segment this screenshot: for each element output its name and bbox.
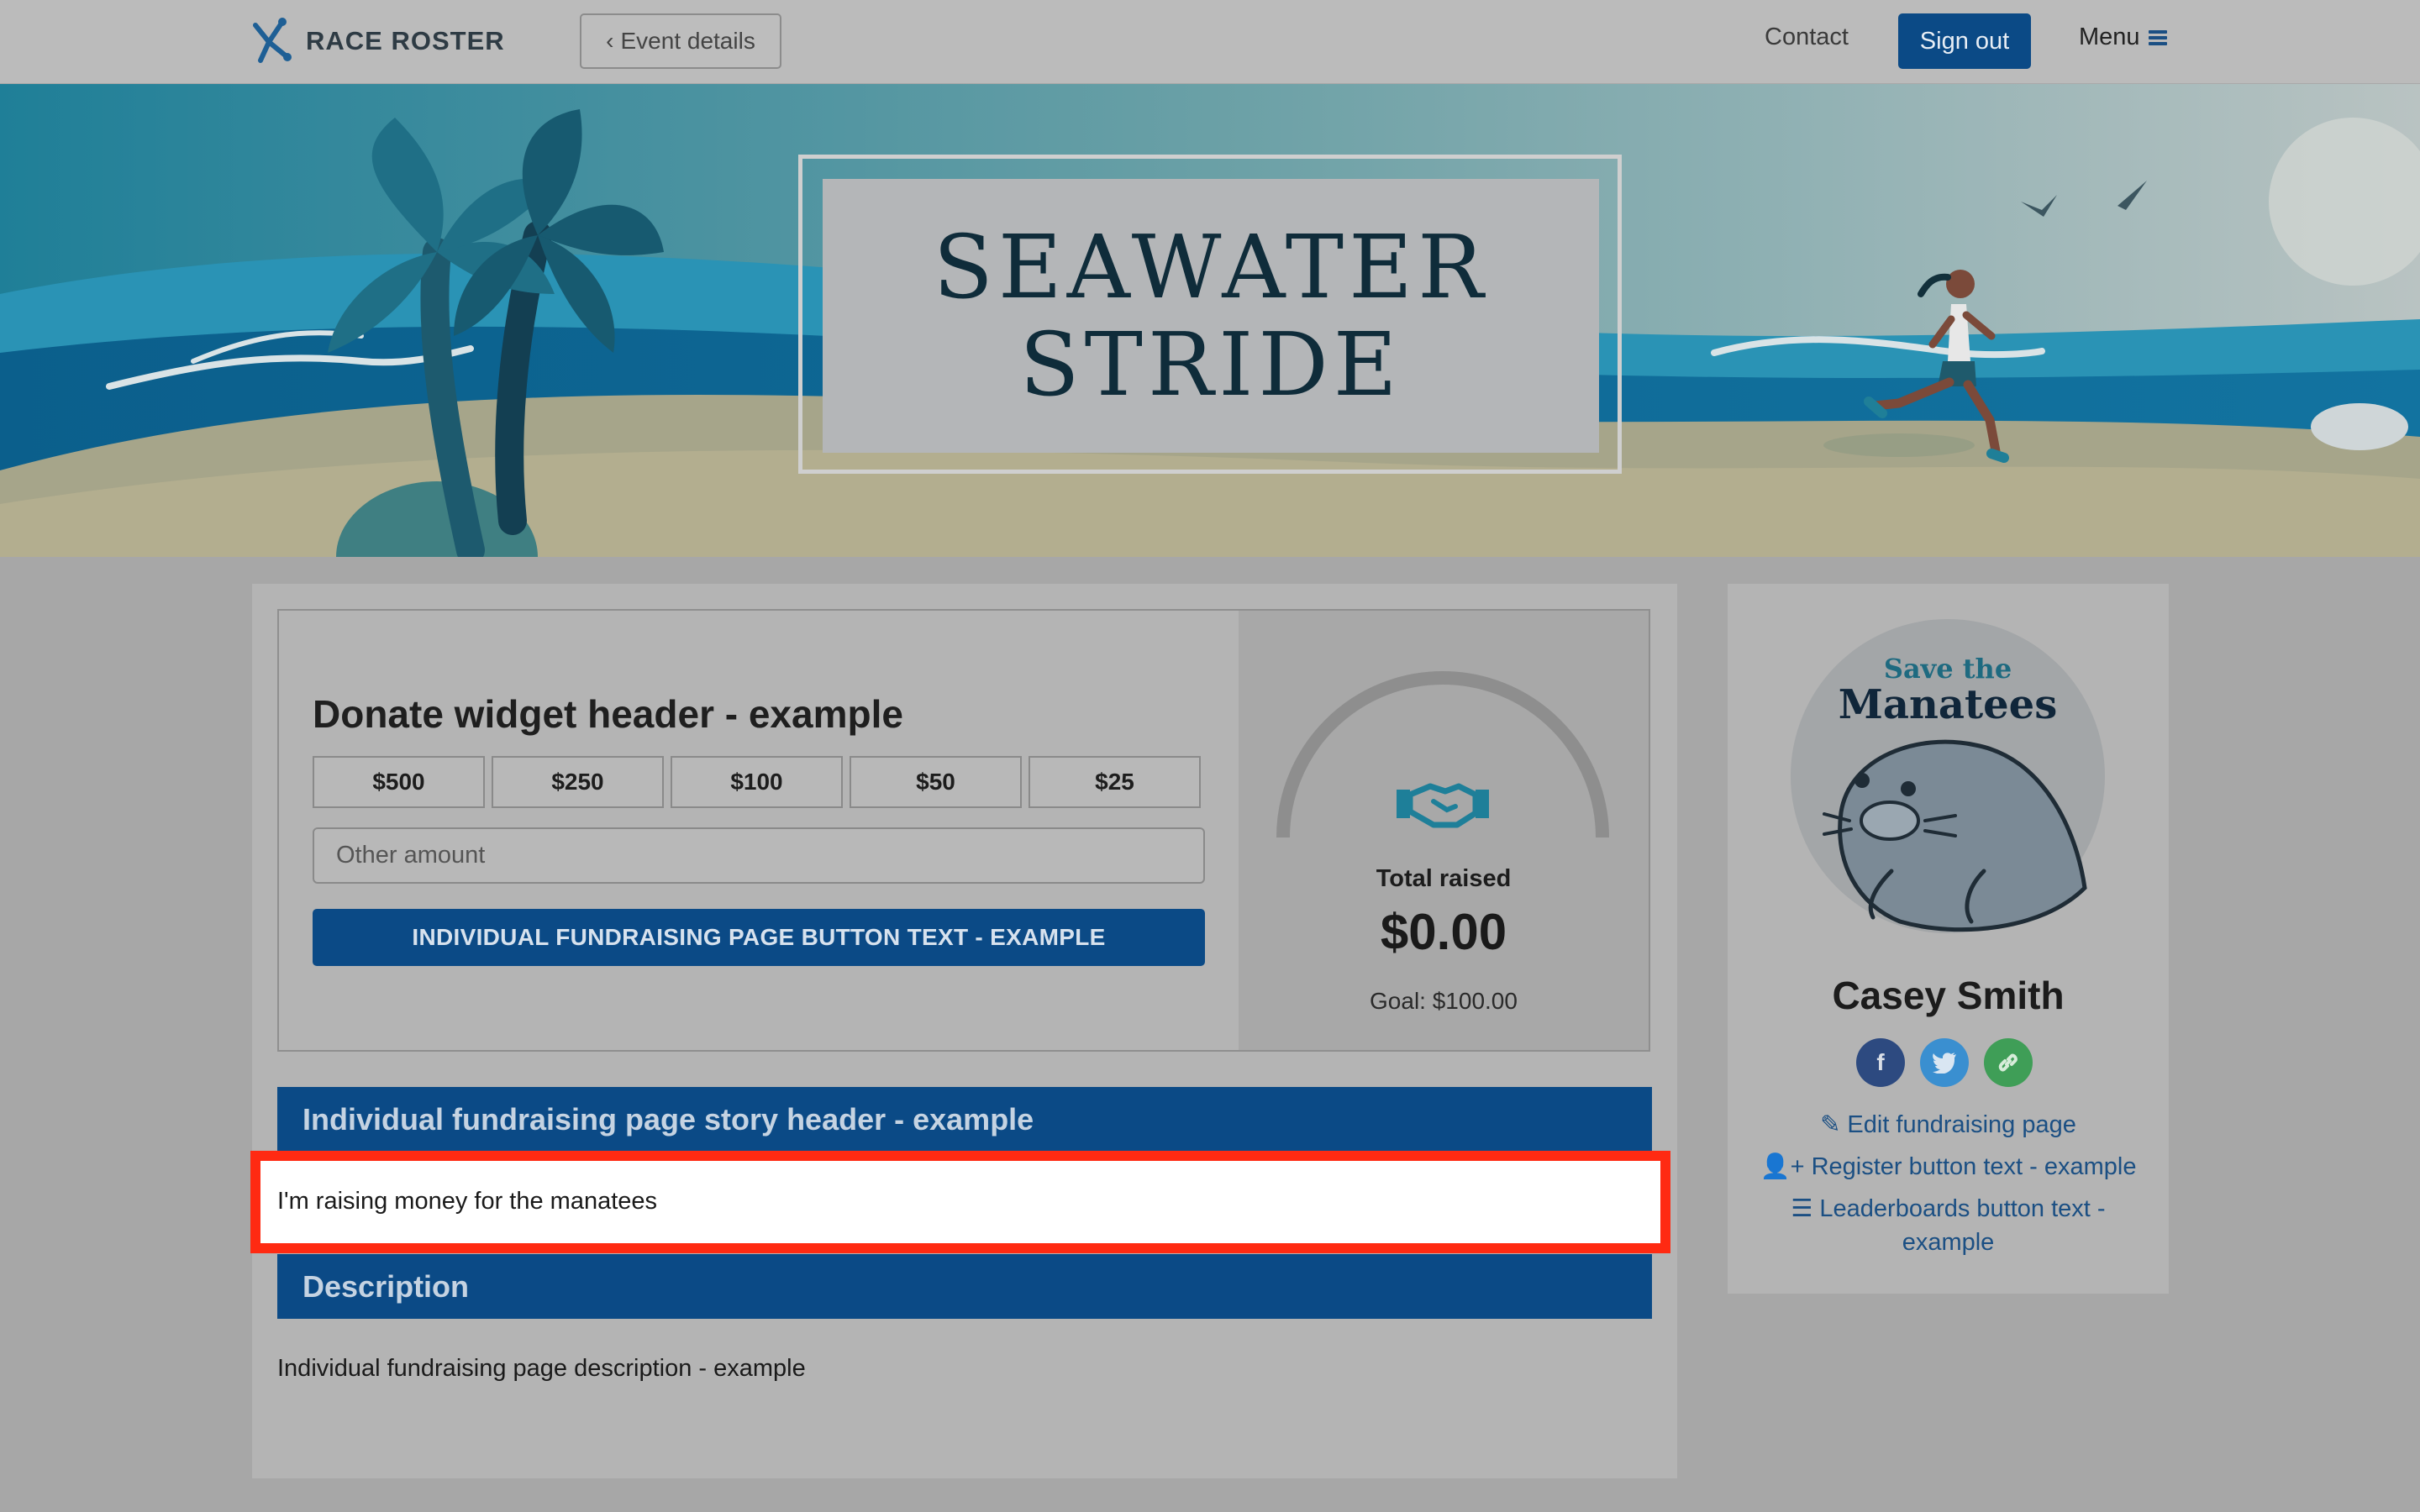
event-title-line-1: SEAWATER xyxy=(933,216,1489,318)
copy-link-button[interactable] xyxy=(1984,1038,2033,1087)
sign-out-button[interactable]: Sign out xyxy=(1898,13,2031,69)
event-title-line-2: STRIDE xyxy=(1019,313,1402,416)
story-text: I'm raising money for the manatees xyxy=(277,1188,658,1215)
amount-100-button[interactable]: $100 xyxy=(671,756,843,808)
donate-submit-button[interactable]: INDIVIDUAL FUNDRAISING PAGE BUTTON TEXT … xyxy=(313,909,1205,966)
leaderboards-link[interactable]: ☰ Leaderboards button text - example xyxy=(1728,1192,2169,1259)
amount-25-button[interactable]: $25 xyxy=(1028,756,1201,808)
logo-text: RACE ROSTER xyxy=(306,26,505,55)
chevron-left-icon: ‹ xyxy=(606,28,614,54)
donate-widget-header: Donate widget header - example xyxy=(313,692,903,736)
goal-amount: Goal: $100.00 xyxy=(1370,988,1518,1014)
hamburger-icon xyxy=(2148,29,2167,45)
menu-label: Menu xyxy=(2079,24,2140,50)
add-user-icon: 👤+ xyxy=(1760,1153,1805,1180)
register-link[interactable]: 👤+ Register button text - example xyxy=(1728,1150,2169,1184)
contact-link[interactable]: Contact xyxy=(1765,24,1849,51)
register-link-label: Register button text - example xyxy=(1811,1153,2137,1180)
story-header: Individual fundraising page story header… xyxy=(277,1087,1652,1152)
share-buttons: f xyxy=(1856,1038,2033,1087)
top-navigation-bar: RACE ROSTER ‹ Event details Contact Sign… xyxy=(0,0,2420,84)
twitter-share-button[interactable] xyxy=(1920,1038,1969,1087)
leaderboards-link-label-line-1: Leaderboards button text - xyxy=(1819,1195,2106,1222)
avatar-text-line-1: Save the xyxy=(1884,653,2012,685)
avatar-text-line-2: Manatees xyxy=(1839,681,2058,728)
twitter-icon xyxy=(1933,1053,1956,1074)
link-icon xyxy=(1998,1053,2018,1072)
description-text: Individual fundraising page description … xyxy=(277,1355,806,1382)
total-raised-value: $0.00 xyxy=(1380,904,1507,960)
total-raised-label: Total raised xyxy=(1376,865,1512,892)
event-details-button[interactable]: ‹ Event details xyxy=(580,13,781,69)
fundraiser-name: Casey Smith xyxy=(1832,974,2065,1017)
menu-button[interactable]: Menu xyxy=(2079,24,2167,51)
pencil-icon: ✎ xyxy=(1820,1111,1841,1138)
amount-50-button[interactable]: $50 xyxy=(850,756,1022,808)
list-icon: ☰ xyxy=(1791,1195,1813,1222)
profile-avatar: Save the Manatees xyxy=(1791,619,2105,933)
facebook-icon: f xyxy=(1876,1049,1885,1075)
description-header: Description xyxy=(277,1254,1652,1319)
edit-fundraising-page-link[interactable]: ✎ Edit fundraising page xyxy=(1728,1108,2169,1142)
edit-fundraising-page-label: Edit fundraising page xyxy=(1847,1111,2076,1138)
race-roster-logo-icon xyxy=(253,18,292,63)
donation-amount-options: $500 $250 $100 $50 $25 xyxy=(313,756,1201,808)
race-roster-logo[interactable]: RACE ROSTER xyxy=(250,17,505,66)
facebook-share-button[interactable]: f xyxy=(1856,1038,1905,1087)
progress-gauge xyxy=(1276,671,1609,838)
event-title: SEAWATER STRIDE xyxy=(823,179,1599,453)
handshake-icon xyxy=(1397,783,1489,828)
other-amount-input[interactable]: Other amount xyxy=(313,827,1205,884)
amount-500-button[interactable]: $500 xyxy=(313,756,485,808)
event-details-label: Event details xyxy=(620,28,755,54)
leaderboards-link-label-line-2: example xyxy=(1902,1229,1995,1256)
amount-250-button[interactable]: $250 xyxy=(492,756,664,808)
